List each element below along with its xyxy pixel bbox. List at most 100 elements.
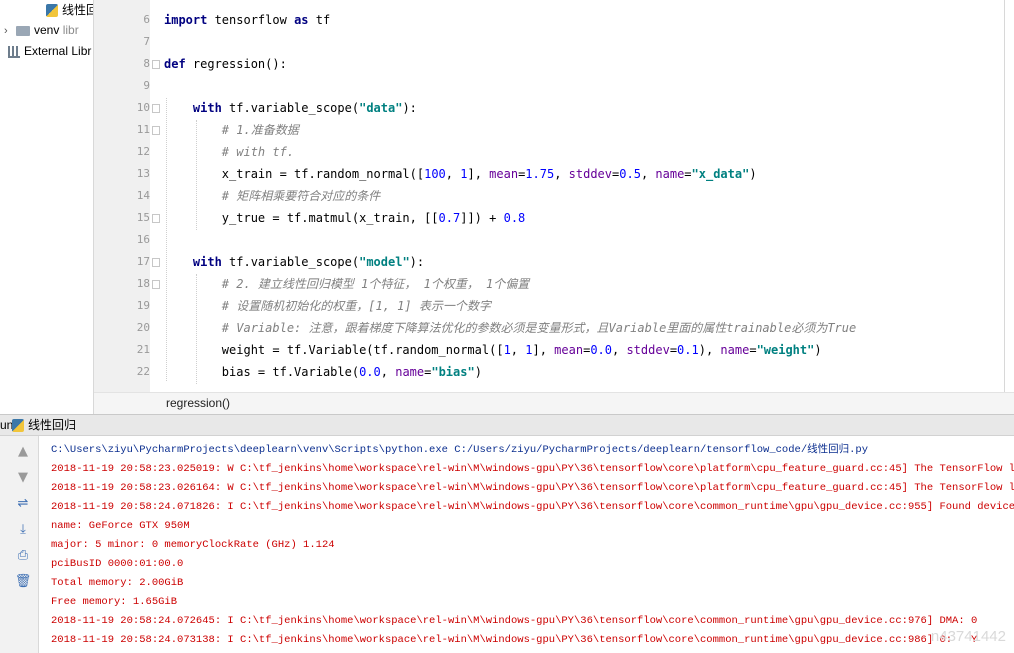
code-line: y_true = tf.matmul(x_train, [[0.7]]) + 0… (164, 207, 525, 229)
line-number: 11 (136, 123, 150, 136)
up-arrow-icon[interactable]: ▲ (14, 444, 32, 460)
tree-item-label: venv (34, 23, 60, 37)
code-token: name (655, 167, 685, 181)
tree-item-venv[interactable]: › venv libr (4, 20, 79, 40)
code-token: tf.variable_scope( (221, 255, 360, 269)
code-token: 100 (424, 167, 446, 181)
fold-marker-icon[interactable] (152, 104, 160, 113)
print-icon[interactable]: ⎙ (14, 548, 32, 564)
fold-marker-icon[interactable] (152, 258, 160, 267)
code-token: "bias" (431, 365, 475, 379)
line-number: 13 (136, 167, 150, 180)
line-number: 16 (136, 233, 150, 246)
console-log-line: Total memory: 2.00GiB (51, 577, 184, 589)
line-number: 18 (136, 277, 150, 290)
run-tab[interactable]: 线性回归 (12, 415, 76, 435)
line-number: 21 (136, 343, 150, 356)
code-token: "model" (359, 255, 410, 269)
down-arrow-icon[interactable]: ▼ (14, 470, 32, 486)
run-tool-window-header: un 线性回归 (0, 414, 1014, 436)
code-editor[interactable]: 6 7 8 9 10 11 12 13 14 15 16 17 18 19 20 21 22 import te… (94, 0, 1014, 392)
fold-marker-icon[interactable] (152, 60, 160, 69)
code-token: 1.75 (525, 167, 555, 181)
code-token: 0.0 (590, 343, 612, 357)
run-toolbar: ▲ ▼ ⇌ ⤓ ⎙ 🗑 (0, 436, 39, 653)
code-token: "x_data" (691, 167, 750, 181)
code-line: # Variable: 注意，跟着梯度下降算法优化的参数必须是变量形式，且Var… (164, 317, 856, 339)
console-output[interactable]: C:\Users\ziyu\PycharmProjects\deeplearn\… (39, 436, 1014, 653)
code-line: def regression(): (164, 53, 287, 75)
soft-wrap-icon[interactable]: ⇌ (14, 496, 32, 512)
code-token: 0.8 (503, 211, 526, 225)
code-token: ) (749, 167, 757, 181)
console-command-line: C:\Users\ziyu\PycharmProjects\deeplearn\… (51, 444, 869, 456)
tree-item-label: External Libr (24, 44, 92, 58)
code-token: , (612, 343, 627, 357)
breadcrumb-item[interactable]: regression() (166, 396, 230, 410)
code-token: ): (409, 255, 425, 269)
code-token: with (192, 101, 222, 115)
code-token: # Variable: 注意，跟着梯度下降算法优化的参数必须是变量形式，且Var… (221, 321, 857, 335)
code-token: tf.variable_scope( (221, 101, 360, 115)
console-log-line: Free memory: 1.65GiB (51, 596, 178, 608)
code-token: # 设置随机初始化的权重，[1, 1] 表示一个数字 (221, 299, 491, 313)
code-token: = (684, 167, 692, 181)
code-token: ]]) + (460, 211, 504, 225)
right-margin-guide (1004, 0, 1005, 392)
code-token: ), (698, 343, 721, 357)
code-token: name (395, 365, 425, 379)
code-line: weight = tf.Variable(tf.random_normal([1… (164, 339, 822, 361)
python-file-icon (46, 4, 58, 18)
code-line: import tensorflow as tf (164, 9, 330, 31)
code-token: regression(): (185, 57, 287, 71)
breadcrumb[interactable]: regression() (94, 392, 1014, 414)
console-log-line: 2018-11-19 20:58:24.071826: I C:\tf_jenk… (51, 501, 1014, 513)
fold-marker-icon[interactable] (152, 126, 160, 135)
line-number: 8 (143, 57, 150, 70)
line-number: 14 (136, 189, 150, 202)
tree-item-external-libraries[interactable]: External Libr (8, 41, 91, 61)
code-line: # with tf. (164, 141, 294, 163)
code-token: weight = tf.Variable(tf.random_normal([ (164, 343, 504, 357)
clear-all-icon[interactable]: 🗑 (14, 574, 32, 590)
line-number: 20 (136, 321, 150, 334)
code-token: # 2. 建立线性回归模型 1个特征， 1个权重， 1个偏置 (221, 277, 530, 291)
code-line: # 设置随机初始化的权重，[1, 1] 表示一个数字 (164, 295, 491, 317)
code-token: tensorflow (207, 13, 295, 27)
code-token: as (294, 13, 309, 27)
code-token: x_train = tf.random_normal([ (164, 167, 425, 181)
code-token: def (164, 57, 186, 71)
chevron-right-icon[interactable]: › (4, 21, 16, 41)
code-token: name (720, 343, 750, 357)
watermark: n43741442 (930, 628, 1006, 645)
tree-item-linear-regression-file[interactable]: 线性回 (46, 0, 93, 20)
code-token: mean (554, 343, 584, 357)
line-number: 6 (143, 13, 150, 26)
code-token: stddev (626, 343, 670, 357)
fold-marker-icon[interactable] (152, 280, 160, 289)
console-log-line: 2018-11-19 20:58:23.026164: W C:\tf_jenk… (51, 482, 1014, 494)
code-line: # 1.准备数据 (164, 119, 299, 141)
line-number: 7 (143, 35, 150, 48)
project-tree: 线性回 › venv libr External Libr (0, 0, 94, 414)
code-token: "weight" (756, 343, 815, 357)
code-token: # 矩阵相乘要符合对应的条件 (221, 189, 381, 203)
code-token: 0.1 (677, 343, 699, 357)
code-token: y_true = tf.matmul(x_train, [[ (164, 211, 439, 225)
code-token: = (669, 343, 678, 357)
scroll-to-end-icon[interactable]: ⤓ (14, 522, 32, 538)
tree-item-label: 线性回 (62, 3, 93, 17)
code-token: , (554, 167, 569, 181)
line-number: 19 (136, 299, 150, 312)
fold-marker-icon[interactable] (152, 214, 160, 223)
console-log-line: 2018-11-19 20:58:23.025019: W C:\tf_jenk… (51, 463, 1014, 475)
code-token: ) (474, 365, 482, 379)
code-token: ) (814, 343, 822, 357)
code-token: mean (489, 167, 519, 181)
